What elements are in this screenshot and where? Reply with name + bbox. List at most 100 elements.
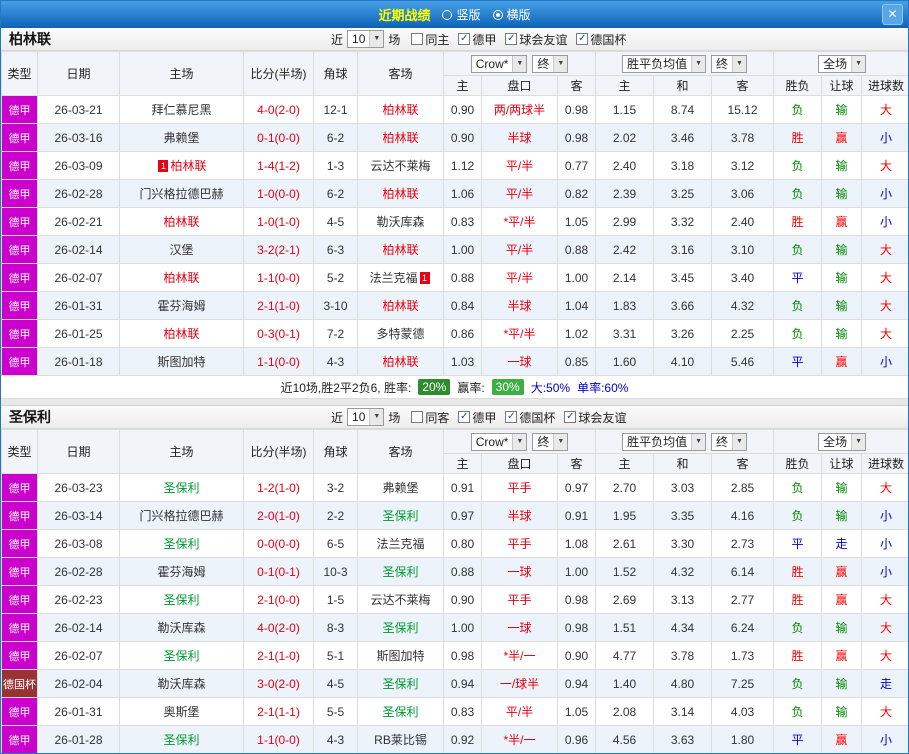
home-team-cell[interactable]: 斯图加特 [119, 347, 244, 376]
result-handicap: 赢 [821, 557, 863, 586]
home-team-name: 拜仁慕尼黑 [151, 103, 212, 117]
home-team-cell[interactable]: 圣保利 [119, 641, 244, 670]
match-score[interactable]: 0-1(0-0) [243, 123, 314, 152]
scope-select[interactable]: 全场 ▼ [818, 54, 867, 73]
filter-checkbox[interactable]: ✓ 球会友谊 [505, 31, 567, 48]
home-team-cell[interactable]: 柏林联 [119, 319, 244, 348]
home-team-cell[interactable]: 奥斯堡 [119, 697, 244, 726]
euro-odds-source-select[interactable]: 胜平负均值 ▼ [622, 432, 707, 451]
match-score[interactable]: 2-1(1-0) [243, 291, 314, 320]
away-team-cell[interactable]: 云达不莱梅 [357, 151, 444, 180]
away-team-cell[interactable]: 法兰克福 [357, 529, 444, 558]
home-team-cell[interactable]: 汉堡 [119, 235, 244, 264]
euro-home-odds: 1.95 [595, 501, 655, 530]
away-team-cell[interactable]: 圣保利 [357, 557, 444, 586]
asian-odds-time-select[interactable]: 终 ▼ [532, 54, 569, 73]
corner-count: 12-1 [313, 95, 358, 124]
away-team-cell[interactable]: 斯图加特 [357, 641, 444, 670]
away-team-cell[interactable]: 柏林联 [357, 235, 444, 264]
home-team-cell[interactable]: 门兴格拉德巴赫 [119, 501, 244, 530]
asian-odds-time-select[interactable]: 终 ▼ [532, 432, 569, 451]
asian-home-odds: 1.06 [443, 179, 482, 208]
euro-odds-source-select[interactable]: 胜平负均值 ▼ [622, 54, 707, 73]
home-team-cell[interactable]: 柏林联 [119, 263, 244, 292]
match-score[interactable]: 2-1(1-0) [243, 641, 314, 670]
match-score[interactable]: 1-1(0-0) [243, 263, 314, 292]
match-score[interactable]: 1-1(0-0) [243, 347, 314, 376]
filter-checkbox[interactable]: ✓ 球会友谊 [564, 409, 626, 426]
filter-checkbox[interactable]: ✓ 德国杯 [505, 409, 555, 426]
away-team-cell[interactable]: 勒沃库森 [357, 207, 444, 236]
asian-handicap-line: 平/半 [481, 235, 558, 264]
home-team-cell[interactable]: 勒沃库森 [119, 669, 244, 698]
away-team-cell[interactable]: 柏林联 [357, 123, 444, 152]
away-team-cell[interactable]: RB莱比锡 [357, 725, 444, 753]
home-team-cell[interactable]: 圣保利 [119, 585, 244, 614]
layout-radio-vertical[interactable]: 竖版 [442, 6, 481, 23]
away-team-cell[interactable]: 圣保利 [357, 669, 444, 698]
close-icon[interactable]: ✕ [882, 4, 903, 25]
chevron-down-icon: ▼ [691, 433, 706, 450]
home-team-cell[interactable]: 拜仁慕尼黑 [119, 95, 244, 124]
filter-checkbox[interactable]: ✓ 德国杯 [576, 31, 626, 48]
match-score[interactable]: 1-4(1-2) [243, 151, 314, 180]
home-team-cell[interactable]: 弗赖堡 [119, 123, 244, 152]
away-team-cell[interactable]: 云达不莱梅 [357, 585, 444, 614]
bookmaker-select[interactable]: Crow* ▼ [470, 54, 528, 73]
home-team-cell[interactable]: 勒沃库森 [119, 613, 244, 642]
home-team-cell[interactable]: 霍芬海姆 [119, 557, 244, 586]
match-score[interactable]: 1-1(0-0) [243, 725, 314, 753]
euro-away-odds: 4.16 [711, 501, 775, 530]
asian-away-odds: 0.85 [556, 347, 597, 376]
result-wdl: 胜 [773, 585, 823, 614]
home-team-cell[interactable]: 圣保利 [119, 725, 244, 753]
filter-checkbox[interactable]: ✓ 德甲 [458, 409, 496, 426]
match-score[interactable]: 2-0(1-0) [243, 501, 314, 530]
home-team-cell[interactable]: 霍芬海姆 [119, 291, 244, 320]
away-team-cell[interactable]: 柏林联 [357, 347, 444, 376]
home-team-cell[interactable]: 1 柏林联 [119, 151, 244, 180]
away-team-cell[interactable]: 圣保利 [357, 501, 444, 530]
match-score[interactable]: 4-0(2-0) [243, 613, 314, 642]
filter-checkbox[interactable]: ✓ 德甲 [458, 31, 496, 48]
scope-select[interactable]: 全场 ▼ [818, 432, 867, 451]
filter-checkbox[interactable]: 同客 [411, 409, 449, 426]
bookmaker-select[interactable]: Crow* ▼ [470, 432, 528, 451]
match-score[interactable]: 0-1(0-1) [243, 557, 314, 586]
asian-handicap-line: *半/一 [481, 641, 558, 670]
match-score[interactable]: 2-1(0-0) [243, 585, 314, 614]
filter-checkbox[interactable]: 同主 [411, 31, 449, 48]
match-score[interactable]: 4-0(2-0) [243, 95, 314, 124]
away-team-cell[interactable]: 弗赖堡 [357, 473, 444, 502]
away-team-cell[interactable]: 柏林联 [357, 179, 444, 208]
away-team-cell[interactable]: 圣保利 [357, 697, 444, 726]
match-score[interactable]: 1-0(1-0) [243, 207, 314, 236]
match-score[interactable]: 1-2(1-0) [243, 473, 314, 502]
result-handicap: 输 [821, 263, 863, 292]
match-score[interactable]: 3-2(2-1) [243, 235, 314, 264]
match-score[interactable]: 1-0(0-0) [243, 179, 314, 208]
result-goals: 大 [861, 473, 908, 502]
match-score[interactable]: 3-0(2-0) [243, 669, 314, 698]
euro-odds-time-select[interactable]: 终 ▼ [711, 432, 747, 451]
euro-away-odds: 2.25 [711, 319, 775, 348]
layout-radio-horizontal[interactable]: 横版 [492, 6, 531, 23]
away-team-cell[interactable]: 法兰克福 1 [357, 263, 444, 292]
away-team-cell[interactable]: 柏林联 [357, 95, 444, 124]
home-team-cell[interactable]: 柏林联 [119, 207, 244, 236]
away-team-cell[interactable]: 圣保利 [357, 613, 444, 642]
away-team-cell[interactable]: 柏林联 [357, 291, 444, 320]
home-team-cell[interactable]: 圣保利 [119, 473, 244, 502]
home-team-cell[interactable]: 圣保利 [119, 529, 244, 558]
games-count-select[interactable]: 10 ▼ [347, 30, 385, 48]
match-score[interactable]: 0-0(0-0) [243, 529, 314, 558]
matches-tbody: 德甲 26-03-21 拜仁慕尼黑 4-0(2-0) 12-1 柏林联 0.90 两/两球半 0… [1, 95, 908, 376]
away-team-cell[interactable]: 多特蒙德 [357, 319, 444, 348]
games-count-select[interactable]: 10 ▼ [347, 408, 385, 426]
match-score[interactable]: 0-3(0-1) [243, 319, 314, 348]
match-score[interactable]: 2-1(1-1) [243, 697, 314, 726]
result-wdl: 负 [773, 151, 823, 180]
home-team-cell[interactable]: 门兴格拉德巴赫 [119, 179, 244, 208]
euro-odds-time-select[interactable]: 终 ▼ [711, 54, 747, 73]
league-type-badge: 德甲 [1, 263, 38, 292]
